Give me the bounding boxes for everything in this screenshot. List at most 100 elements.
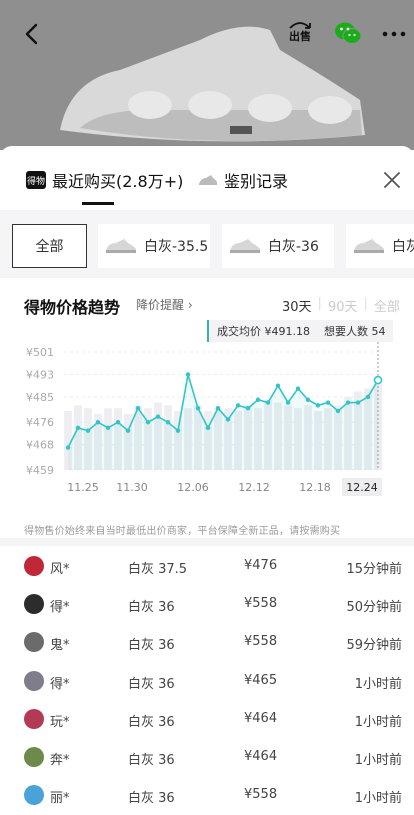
price-drop-alert-label: 降价提醒 xyxy=(136,298,185,312)
list-item: 玩* 白灰 36 ¥464 1小时前 xyxy=(0,701,414,739)
size-spec: 白灰 36 xyxy=(128,638,175,654)
avatar xyxy=(24,708,44,729)
price-point xyxy=(215,405,221,411)
wechat-icon[interactable] xyxy=(334,20,362,46)
buyer-name: 丽* xyxy=(50,791,70,807)
more-dots-icon[interactable] xyxy=(380,24,408,44)
price-drop-alert-link[interactable]: 降价提醒 › xyxy=(136,296,193,313)
buyer-name: 得* xyxy=(50,600,70,616)
size-spec: 白灰 37.5 xyxy=(128,562,188,577)
avatar xyxy=(24,670,44,691)
list-item: 丽* 白灰 36 ¥558 1小时前 xyxy=(0,777,414,815)
avatar xyxy=(24,556,44,576)
price-point xyxy=(345,400,351,405)
avatar xyxy=(24,746,44,767)
x-tick-label: 12.06 xyxy=(177,481,209,494)
recent-purchase-list: 风* 白灰 37.5 ¥476 15分钟前得* 白灰 36 ¥558 50分钟前鬼* 白灰 3… xyxy=(0,548,414,815)
size-spec: 白灰 36 xyxy=(128,676,175,692)
price-point xyxy=(115,420,121,425)
range-tabs: 30天 | 90天 | 全部 xyxy=(282,296,400,315)
y-tick-label: ¥501 xyxy=(26,346,54,359)
price-point xyxy=(305,397,311,402)
price-point xyxy=(335,408,341,414)
range-tab-all[interactable]: 全部 xyxy=(374,296,400,315)
buyer-name: 鬼* xyxy=(50,638,70,654)
price: ¥476 xyxy=(244,558,278,573)
x-tick-label: 12.24 xyxy=(346,481,378,494)
price-note: 得物售价始终来自当时最低出价商家，平台保障全新正品，请按需购买 xyxy=(24,526,341,537)
time-ago: 1小时前 xyxy=(354,791,402,807)
purchase-sheet: 得物 最近购买(2.8万+) 鉴别记录 全部 白灰-35.5 白灰-36 白灰 … xyxy=(0,146,414,815)
list-item: 得* 白灰 36 ¥558 50分钟前 xyxy=(0,586,414,624)
list-item: 奔* 白灰 36 ¥464 1小时前 xyxy=(0,739,414,777)
price: ¥464 xyxy=(244,710,278,726)
time-ago: 50分钟前 xyxy=(346,600,402,616)
price-point xyxy=(175,428,181,433)
size-chip-partial[interactable]: 白灰 xyxy=(346,224,414,268)
selected-point xyxy=(373,375,383,385)
section-divider xyxy=(0,538,414,546)
price-point xyxy=(75,425,81,431)
range-tab-30d[interactable]: 30天 xyxy=(282,296,312,315)
tab-recent-purchases[interactable]: 得物 最近购买(2.8万+) xyxy=(26,168,183,192)
y-tick-label: ¥459 xyxy=(26,464,54,477)
size-chip-35-5[interactable]: 白灰-35.5 xyxy=(98,224,210,268)
time-ago: 1小时前 xyxy=(354,714,402,730)
price-point xyxy=(285,400,291,405)
x-tick-label: 11.30 xyxy=(116,481,148,494)
tab-authentication-label: 鉴别记录 xyxy=(224,172,289,191)
price-point xyxy=(355,400,361,405)
buyer-name: 得* xyxy=(50,676,70,692)
avatar xyxy=(24,632,44,653)
tab-authentication-records[interactable]: 鉴别记录 xyxy=(198,168,288,192)
price-point xyxy=(225,417,231,422)
shoe-icon xyxy=(199,175,217,185)
avatar xyxy=(24,594,44,615)
sell-label: 出售 xyxy=(289,29,311,43)
y-tick-label: ¥493 xyxy=(26,368,54,381)
time-ago: 15分钟前 xyxy=(346,562,402,577)
dewu-logo-icon: 得物 xyxy=(26,171,46,189)
size-spec: 白灰 36 xyxy=(128,752,175,768)
range-separator: | xyxy=(363,296,368,311)
y-tick-label: ¥485 xyxy=(26,391,54,404)
price-point xyxy=(315,403,321,408)
size-chip-label: 白灰-36 xyxy=(268,239,319,255)
price-point xyxy=(245,405,251,411)
price: ¥464 xyxy=(244,748,278,764)
x-tick-label: 11.25 xyxy=(67,481,99,494)
range-separator: | xyxy=(317,296,322,311)
shoe-thumbnail-icon xyxy=(106,239,136,253)
close-icon[interactable] xyxy=(380,168,404,192)
price-point xyxy=(145,420,151,425)
sell-button[interactable]: 出售 xyxy=(286,18,314,48)
want-count-label: 想要人数 54 xyxy=(323,325,386,338)
chevron-left-icon[interactable] xyxy=(18,20,46,48)
sheet-tabs: 得物 最近购买(2.8万+) 鉴别记录 xyxy=(0,146,414,210)
price: ¥558 xyxy=(244,634,278,650)
price-point xyxy=(135,405,141,411)
x-tick-label: 12.18 xyxy=(299,481,331,494)
list-item: 鬼* 白灰 36 ¥558 59分钟前 xyxy=(0,624,414,662)
buyer-name: 风* xyxy=(50,562,70,577)
price-point xyxy=(295,386,301,391)
y-tick-label: ¥476 xyxy=(26,416,54,429)
price-point xyxy=(195,405,201,411)
product-image: 出售 xyxy=(0,0,414,150)
product-purchase-history-page: 出售 得物 最近购买(2.8万+) 鉴别记录 全部 白灰-35.5 白灰-36 … xyxy=(0,0,414,815)
price: ¥558 xyxy=(244,596,278,612)
size-chip-all[interactable]: 全部 xyxy=(12,224,87,268)
time-ago: 59分钟前 xyxy=(346,638,402,654)
range-tab-90d[interactable]: 90天 xyxy=(328,296,358,315)
price-point xyxy=(65,445,71,450)
size-chip-36[interactable]: 白灰-36 xyxy=(222,224,334,268)
buyer-name: 奔* xyxy=(50,752,70,768)
chevron-right-icon: › xyxy=(187,298,193,312)
price-point xyxy=(265,400,271,405)
price-trend-chart[interactable]: ¥501 ¥493 ¥485 ¥476 ¥468 ¥459 11.25 11.30 12.06 1… xyxy=(0,338,414,498)
size-spec: 白灰 36 xyxy=(128,600,175,616)
price-point xyxy=(125,428,131,433)
price-trend-title: 得物价格趋势 xyxy=(24,298,121,317)
price-point xyxy=(165,420,171,425)
list-item: 风* 白灰 37.5 ¥476 15分钟前 xyxy=(0,548,414,586)
